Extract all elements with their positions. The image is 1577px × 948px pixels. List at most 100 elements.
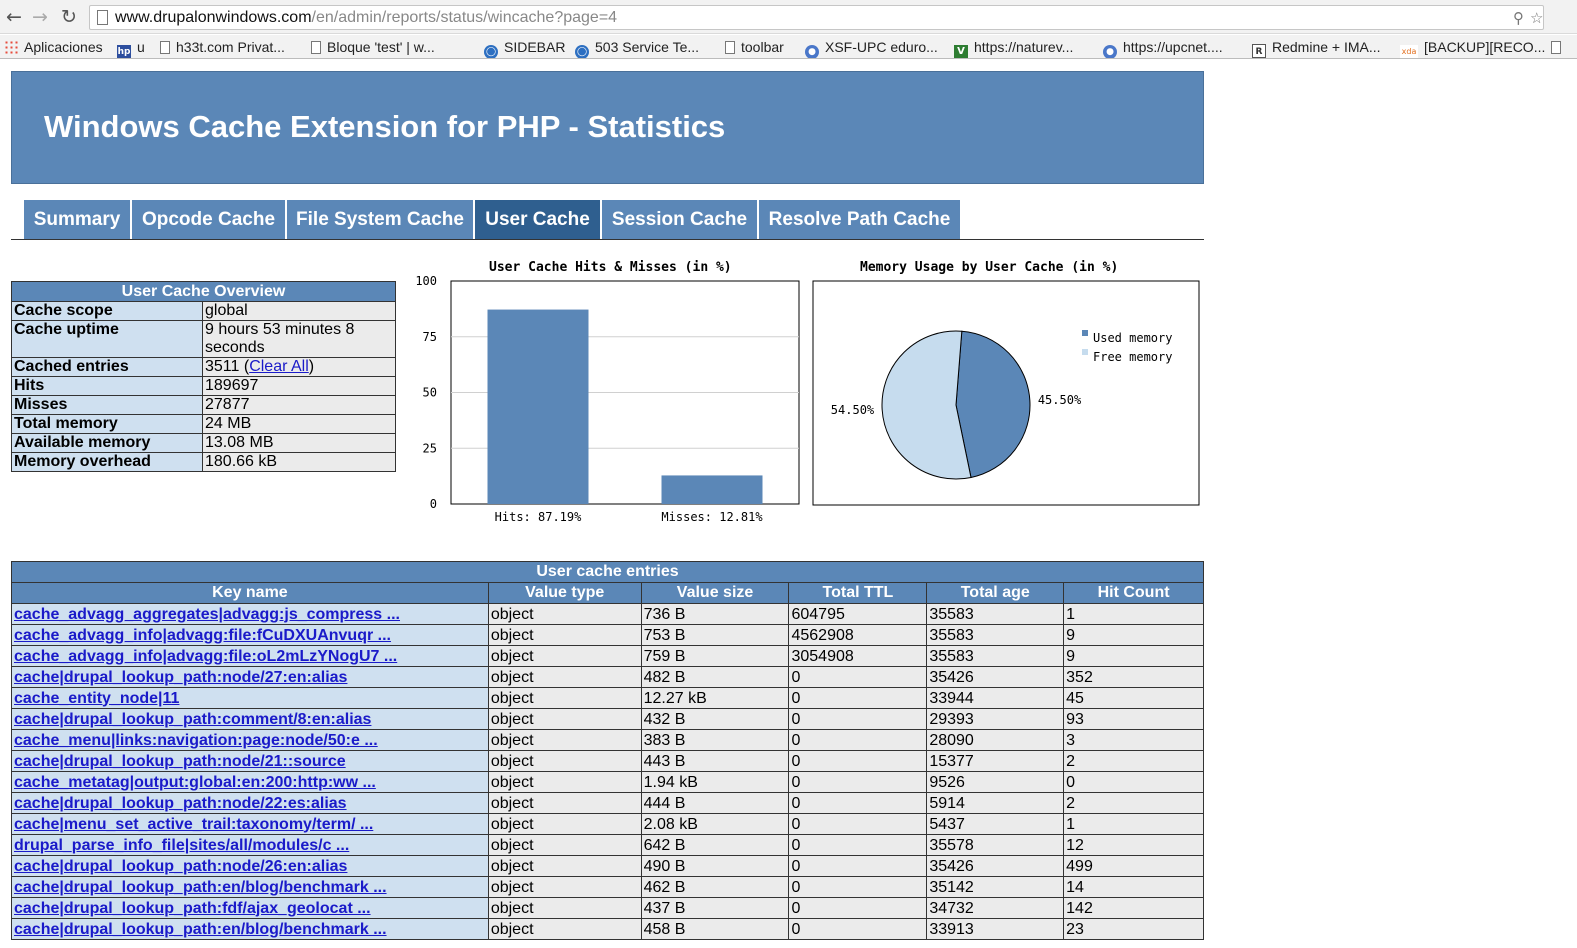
table-row: cache_metatag|output:global:en:200:http:… bbox=[11, 771, 1204, 793]
total-ttl-cell: 0 bbox=[788, 792, 928, 814]
cache-key-link[interactable]: cache_metatag|output:global:en:200:http:… bbox=[14, 774, 376, 791]
value-size-cell: 753 B bbox=[640, 624, 790, 646]
bookmark-label: toolbar bbox=[741, 39, 784, 55]
cache-key-link[interactable]: cache_advagg_info|advagg:file:fCuDXUAnvu… bbox=[14, 627, 391, 644]
cache-key-link[interactable]: cache|drupal_lookup_path:node/27:en:alia… bbox=[14, 669, 347, 686]
zoom-icon[interactable]: ⚲ bbox=[1513, 9, 1524, 27]
bookmark-label: https://upcnet.... bbox=[1123, 39, 1223, 55]
bookmark-item[interactable]: ◯ SIDEBAR bbox=[484, 37, 566, 58]
memory-usage-pie-chart: 45.50% 54.50% Used memory Free memory bbox=[812, 280, 1200, 506]
blue-circle-icon: ◯ bbox=[575, 45, 589, 58]
bookmark-item[interactable]: ◯ 503 Service Te... bbox=[575, 37, 699, 58]
total-age-cell: 29393 bbox=[926, 708, 1065, 730]
page-icon bbox=[97, 10, 108, 25]
tab-resolve-path-cache[interactable]: Resolve Path Cache bbox=[759, 200, 960, 239]
bookmark-label: Bloque 'test' | w... bbox=[327, 39, 435, 55]
value-size-cell: 642 B bbox=[640, 834, 790, 856]
bookmark-label: SIDEBAR bbox=[504, 39, 566, 55]
tab-summary[interactable]: Summary bbox=[24, 200, 130, 239]
value-type-cell: object bbox=[487, 813, 642, 835]
legend-label: Used memory bbox=[1093, 331, 1172, 345]
cache-key-link[interactable]: cache|drupal_lookup_path:fdf/ajax_geoloc… bbox=[14, 900, 371, 917]
bookmark-item[interactable]: Aplicaciones bbox=[4, 37, 103, 57]
reload-icon[interactable]: ↻ bbox=[57, 4, 81, 30]
table-row: cache_advagg_info|advagg:file:fCuDXUAnvu… bbox=[11, 624, 1204, 646]
tab-user-cache[interactable]: User Cache bbox=[475, 200, 600, 239]
total-age-cell: 35142 bbox=[926, 876, 1065, 898]
total-age-cell: 35583 bbox=[926, 603, 1065, 625]
cache-key-link[interactable]: cache|drupal_lookup_path:en/blog/benchma… bbox=[14, 921, 387, 938]
total-ttl-cell: 604795 bbox=[788, 603, 928, 625]
overview-key: Hits bbox=[11, 376, 203, 396]
value-type-cell: object bbox=[487, 624, 642, 646]
bookmark-item[interactable]: xda [BACKUP][RECO... bbox=[1400, 37, 1545, 58]
url-path: /en/admin/reports/status/wincache?page=4 bbox=[311, 9, 618, 26]
total-ttl-cell: 0 bbox=[788, 897, 928, 919]
total-age-cell: 34732 bbox=[926, 897, 1065, 919]
x-category-label: Misses: 12.81% bbox=[661, 510, 763, 524]
bookmark-label: h33t.com Privat... bbox=[176, 39, 285, 55]
memory-usage-chart-title: Memory Usage by User Cache (in %) bbox=[860, 260, 1119, 275]
bookmarks-bar: Aplicaciones hp u h33t.com Privat... Bloq… bbox=[0, 35, 1577, 59]
bookmark-item[interactable]: h33t.com Privat... bbox=[160, 37, 285, 57]
cache-key-link[interactable]: cache_entity_node|11 bbox=[14, 690, 179, 707]
bookmark-item[interactable]: Bloque 'test' | w... bbox=[311, 37, 435, 57]
value-type-cell: object bbox=[487, 792, 642, 814]
key-name-cell: cache|drupal_lookup_path:en/blog/benchma… bbox=[11, 876, 489, 898]
column-header: Key name bbox=[11, 582, 489, 604]
slice-percent-label: 45.50% bbox=[1038, 393, 1082, 407]
bookmark-label: Redmine + IMA... bbox=[1272, 39, 1381, 55]
overview-value: 189697 bbox=[202, 376, 396, 396]
cache-key-link[interactable]: cache|drupal_lookup_path:node/21::source bbox=[14, 753, 346, 770]
cache-key-link[interactable]: drupal_parse_info_file|sites/all/modules… bbox=[14, 837, 349, 854]
table-row: cache|menu_set_active_trail:taxonomy/ter… bbox=[11, 813, 1204, 835]
hit-count-cell: 499 bbox=[1063, 855, 1204, 877]
total-age-cell: 35583 bbox=[926, 645, 1065, 667]
bookmark-item[interactable]: ● https://upcnet.... bbox=[1103, 37, 1223, 58]
back-arrow-icon[interactable]: ← bbox=[2, 4, 26, 30]
total-ttl-cell: 0 bbox=[788, 666, 928, 688]
key-name-cell: cache|drupal_lookup_path:node/26:en:alia… bbox=[11, 855, 489, 877]
bookmark-label: Aplicaciones bbox=[24, 39, 103, 55]
overview-row: Cache scope global bbox=[11, 301, 396, 321]
tab-opcode-cache[interactable]: Opcode Cache bbox=[132, 200, 285, 239]
url-host: www.drupalonwindows.com bbox=[115, 9, 312, 26]
cache-key-link[interactable]: cache|drupal_lookup_path:en/blog/benchma… bbox=[14, 879, 387, 896]
page-icon bbox=[311, 41, 321, 54]
cache-key-link[interactable]: cache_advagg_aggregates|advagg:js_compre… bbox=[14, 606, 400, 623]
bookmark-star-icon[interactable]: ☆ bbox=[1530, 9, 1543, 27]
table-row: cache|drupal_lookup_path:node/27:en:alia… bbox=[11, 666, 1204, 688]
cache-key-link[interactable]: cache_advagg_info|advagg:file:oL2mLzYNog… bbox=[14, 648, 397, 665]
bookmark-item[interactable] bbox=[1551, 37, 1567, 57]
hit-count-cell: 352 bbox=[1063, 666, 1204, 688]
bookmark-item[interactable]: Vhttps://naturev... bbox=[954, 37, 1073, 58]
key-name-cell: cache_entity_node|11 bbox=[11, 687, 489, 709]
entries-header-row: Key name Value type Value size Total TTL Tot… bbox=[11, 582, 1204, 604]
user-cache-entries-table: User cache entries Key name Value type Val… bbox=[11, 561, 1204, 940]
value-type-cell: object bbox=[487, 645, 642, 667]
user-cache-overview-table: User Cache Overview Cache scope global C… bbox=[11, 281, 396, 472]
bookmark-item[interactable]: toolbar bbox=[725, 37, 784, 57]
value-size-cell: 458 B bbox=[640, 918, 790, 940]
cache-key-link[interactable]: cache|menu_set_active_trail:taxonomy/ter… bbox=[14, 816, 373, 833]
clear-all-link[interactable]: Clear All bbox=[249, 358, 309, 375]
tab-file-system-cache[interactable]: File System Cache bbox=[287, 200, 473, 239]
total-ttl-cell: 0 bbox=[788, 708, 928, 730]
forward-arrow-icon[interactable]: → bbox=[28, 4, 52, 30]
cache-key-link[interactable]: cache|drupal_lookup_path:node/22:es:alia… bbox=[14, 795, 347, 812]
page-icon bbox=[160, 41, 170, 54]
value-type-cell: object bbox=[487, 666, 642, 688]
column-header: Value size bbox=[640, 582, 790, 604]
cache-key-link[interactable]: cache|drupal_lookup_path:node/26:en:alia… bbox=[14, 858, 347, 875]
value-size-cell: 443 B bbox=[640, 750, 790, 772]
cache-key-link[interactable]: cache|drupal_lookup_path:comment/8:en:al… bbox=[14, 711, 371, 728]
bookmark-item[interactable]: R Redmine + IMA... bbox=[1252, 37, 1381, 58]
tab-session-cache[interactable]: Session Cache bbox=[602, 200, 757, 239]
overview-row: Total memory 24 MB bbox=[11, 414, 396, 434]
cache-key-link[interactable]: cache_menu|links:navigation:page:node/50… bbox=[14, 732, 378, 749]
bookmark-item[interactable]: hp u bbox=[117, 37, 145, 58]
url-input[interactable]: www.drupalonwindows.com/en/admin/reports… bbox=[89, 5, 1544, 30]
column-header: Total TTL bbox=[788, 582, 928, 604]
hit-count-cell: 93 bbox=[1063, 708, 1204, 730]
bookmark-item[interactable]: ● XSF-UPC eduro... bbox=[805, 37, 938, 58]
